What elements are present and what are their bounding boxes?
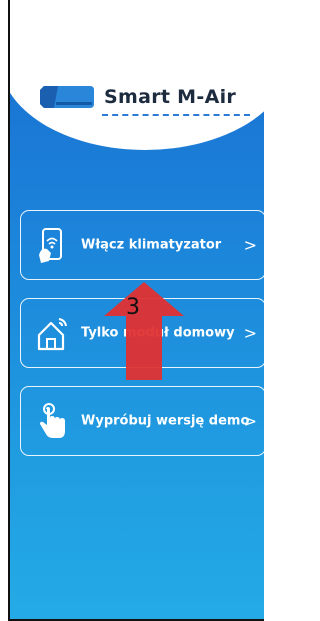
header-background	[8, 0, 264, 150]
chevron-right-icon: >	[243, 323, 257, 343]
chevron-right-icon: >	[243, 235, 257, 255]
air-conditioner-logo-icon	[40, 86, 94, 108]
home-wifi-icon	[37, 318, 67, 351]
phone-remote-icon	[39, 228, 62, 263]
tap-hand-icon	[40, 403, 65, 438]
step-number-badge: 3	[126, 294, 140, 320]
brand-logo: Smart M-Air	[38, 84, 236, 110]
phone-frame-left	[8, 0, 10, 621]
brand-name: Smart M-Air	[104, 86, 237, 108]
try-demo-button[interactable]: Wypróbuj wersję demo >	[20, 386, 264, 456]
chevron-right-icon: >	[243, 411, 257, 431]
turn-on-ac-label: Włącz klimatyzator	[81, 237, 222, 253]
brand-underline	[102, 114, 250, 116]
turn-on-ac-button[interactable]: Włącz klimatyzator >	[20, 210, 264, 280]
try-demo-label: Wypróbuj wersję demo	[81, 413, 250, 429]
